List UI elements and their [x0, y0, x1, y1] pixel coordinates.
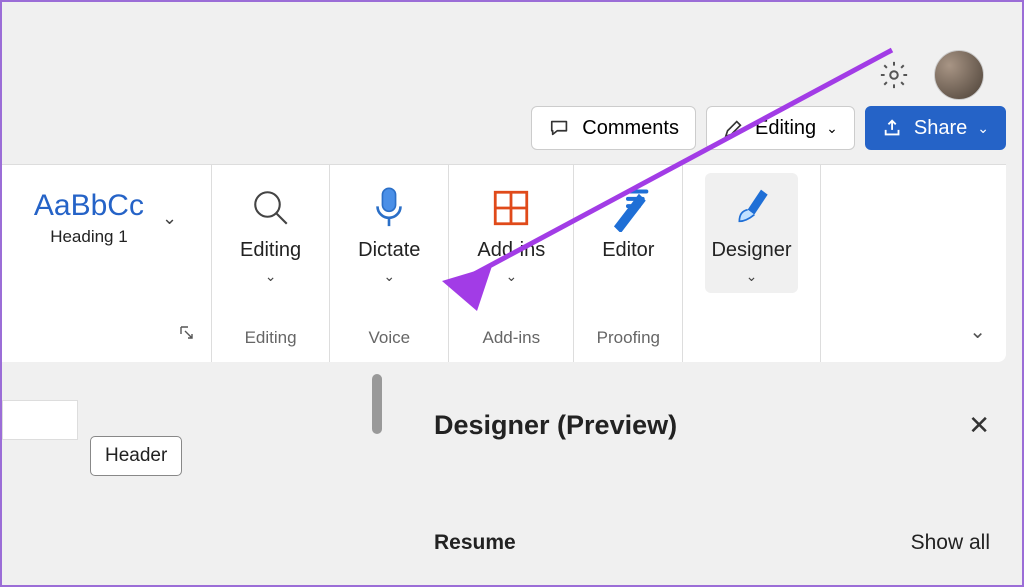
designer-panel: Designer (Preview) ✕ Resume Show all — [402, 380, 1022, 585]
header-section-tag[interactable]: Header — [90, 436, 182, 476]
addins-button[interactable]: Add-ins ⌄ — [471, 173, 551, 293]
addins-button-label: Add-ins — [477, 239, 545, 262]
proofing-group: Editor Proofing — [574, 165, 683, 362]
close-icon[interactable]: ✕ — [968, 410, 990, 441]
editing-button-label: Editing — [240, 239, 301, 262]
addins-group: Add-ins ⌄ Add-ins — [449, 165, 574, 362]
pen-icon — [723, 117, 745, 139]
panel-section-title: Resume — [434, 531, 516, 555]
editing-button[interactable]: Editing ⌄ — [234, 173, 307, 293]
editing-mode-label: Editing — [755, 117, 816, 140]
chevron-down-icon: ⌄ — [746, 268, 758, 285]
share-icon — [882, 117, 904, 139]
microphone-icon — [369, 185, 409, 231]
chevron-down-icon: ⌄ — [383, 268, 395, 285]
show-all-link[interactable]: Show all — [911, 531, 990, 555]
editor-pen-icon — [606, 184, 650, 232]
chevron-down-icon: ⌄ — [265, 268, 277, 285]
addins-group-label: Add-ins — [449, 328, 573, 348]
editing-group: Editing ⌄ Editing — [212, 165, 330, 362]
proofing-group-label: Proofing — [574, 328, 682, 348]
dictate-button-label: Dictate — [358, 239, 420, 262]
dictate-button[interactable]: Dictate ⌄ — [352, 173, 426, 293]
scrollbar-thumb[interactable] — [372, 374, 382, 434]
editor-button[interactable]: Editor — [596, 173, 660, 270]
style-preview-text: AaBbCc — [34, 189, 144, 223]
document-page-fragment — [2, 400, 78, 440]
chevron-down-icon: ⌄ — [977, 120, 989, 137]
style-name: Heading 1 — [50, 227, 128, 247]
settings-icon[interactable] — [878, 59, 910, 91]
ribbon-spacer: ⌄ — [821, 165, 1006, 362]
editor-button-label: Editor — [602, 239, 654, 262]
share-button[interactable]: Share ⌄ — [865, 106, 1006, 150]
chevron-down-icon: ⌄ — [826, 120, 838, 137]
grid-icon — [490, 187, 532, 229]
styles-group: AaBbCc Heading 1 ⌄ — [2, 165, 212, 362]
panel-title: Designer (Preview) — [434, 410, 677, 441]
comment-icon — [548, 117, 572, 139]
search-icon — [250, 187, 292, 229]
voice-group: Dictate ⌄ Voice — [330, 165, 449, 362]
styles-more-button[interactable]: ⌄ — [162, 208, 177, 229]
editing-mode-button[interactable]: Editing ⌄ — [706, 106, 855, 150]
chevron-down-icon: ⌄ — [505, 268, 517, 285]
designer-button[interactable]: Designer ⌄ — [705, 173, 797, 293]
brush-icon — [731, 184, 771, 232]
ribbon-collapse-button[interactable]: ⌄ — [969, 319, 986, 344]
style-heading1[interactable]: AaBbCc Heading 1 — [26, 185, 152, 251]
designer-button-label: Designer — [711, 239, 791, 262]
editing-group-label: Editing — [212, 328, 329, 348]
comments-button[interactable]: Comments — [531, 106, 696, 150]
ribbon: AaBbCc Heading 1 ⌄ Editing ⌄ Editing — [2, 164, 1006, 362]
designer-group: Designer ⌄ — [683, 165, 820, 362]
comments-label: Comments — [582, 117, 679, 140]
voice-group-label: Voice — [330, 328, 448, 348]
avatar[interactable] — [934, 50, 984, 100]
share-label: Share — [914, 117, 967, 140]
styles-launcher-icon[interactable] — [179, 325, 195, 346]
